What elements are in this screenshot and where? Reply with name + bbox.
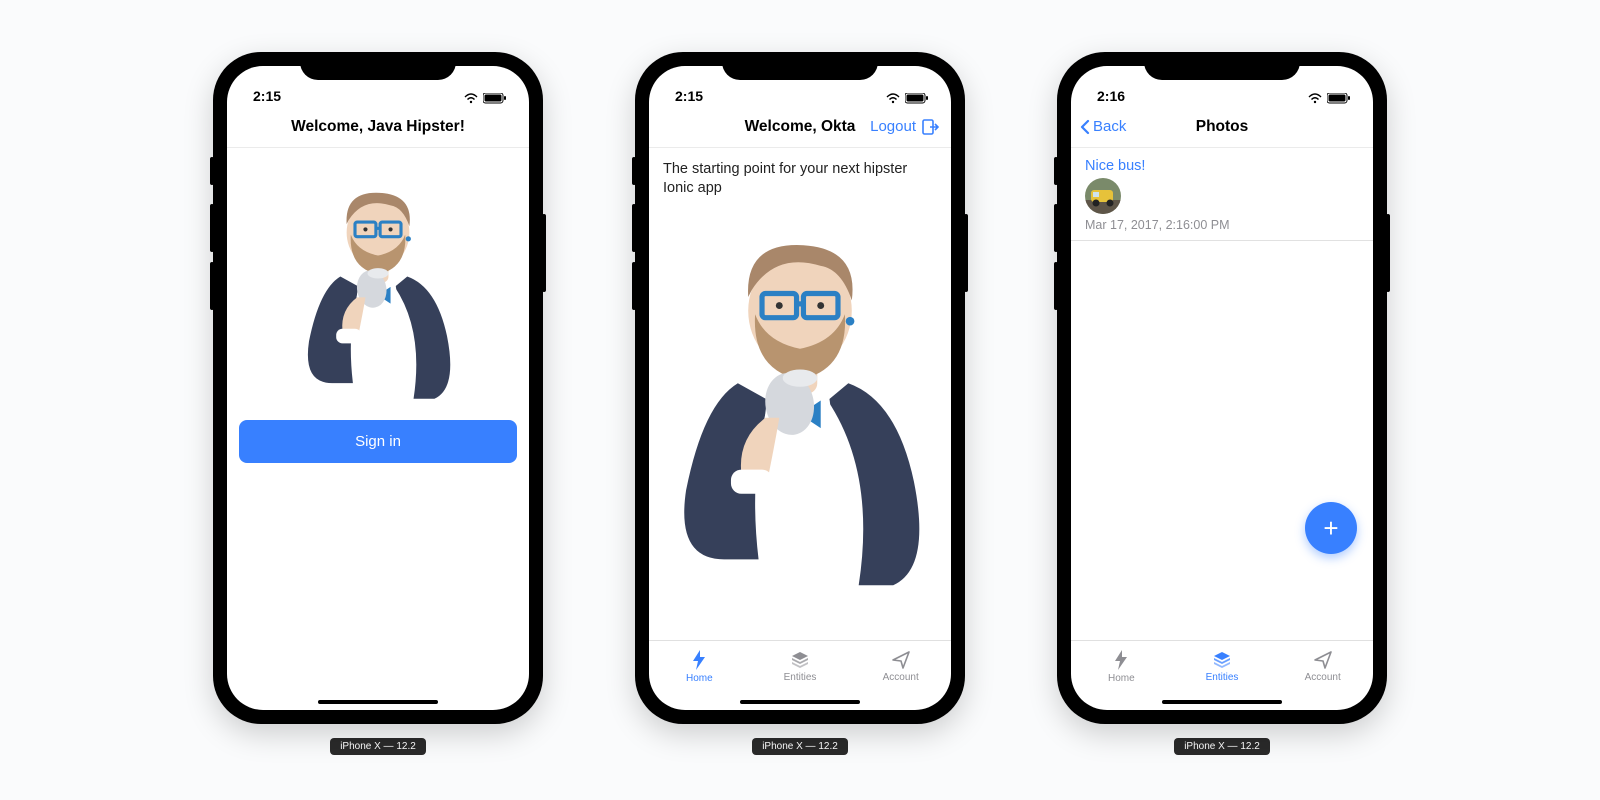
plus-icon: + <box>1323 513 1338 544</box>
battery-icon <box>905 93 929 104</box>
tab-label: Entities <box>1206 672 1239 683</box>
logout-label: Logout <box>870 118 916 135</box>
tab-home[interactable]: Home <box>649 641 750 692</box>
nav-bar: Back Photos <box>1071 106 1373 148</box>
item-title: Nice bus! <box>1085 158 1359 174</box>
battery-icon <box>1327 93 1351 104</box>
status-bar: 2:15 <box>649 66 951 106</box>
bolt-icon <box>689 649 709 671</box>
plane-icon <box>1313 650 1333 670</box>
home-indicator[interactable] <box>1162 700 1282 704</box>
item-timestamp: Mar 17, 2017, 2:16:00 PM <box>1085 218 1359 232</box>
status-time: 2:16 <box>1097 88 1125 104</box>
tab-account[interactable]: Account <box>850 641 951 692</box>
content: Sign in <box>227 148 529 710</box>
phone-frame: 2:15 Welcome, Okta Logout The starting p… <box>635 52 965 724</box>
logout-icon <box>922 119 939 135</box>
back-label: Back <box>1093 118 1126 135</box>
chevron-left-icon <box>1079 119 1091 135</box>
hipster-illustration <box>278 174 478 404</box>
page-title: Photos <box>1196 118 1249 136</box>
home-indicator[interactable] <box>740 700 860 704</box>
subtitle: The starting point for your next hipster… <box>649 148 951 198</box>
tab-label: Home <box>1108 673 1135 684</box>
home-indicator[interactable] <box>318 700 438 704</box>
bolt-icon <box>1111 649 1131 671</box>
device-3: 2:16 Back Photos Nice bus! <box>1057 52 1387 800</box>
content: Nice bus! Mar 17, 2017, 2:16:00 PM <box>1071 148 1373 640</box>
layers-icon <box>790 650 810 670</box>
tab-label: Account <box>883 672 919 683</box>
screen-photos: 2:16 Back Photos Nice bus! <box>1071 66 1373 710</box>
back-button[interactable]: Back <box>1079 118 1126 135</box>
device-2: 2:15 Welcome, Okta Logout The starting p… <box>635 52 965 800</box>
screen-home: 2:15 Welcome, Okta Logout The starting p… <box>649 66 951 710</box>
status-time: 2:15 <box>675 88 703 104</box>
hipster-illustration <box>655 204 945 604</box>
plane-icon <box>891 650 911 670</box>
nav-bar: Welcome, Okta Logout <box>649 106 951 148</box>
tab-entities[interactable]: Entities <box>750 641 851 692</box>
device-label: iPhone X — 12.2 <box>752 738 848 755</box>
status-bar: 2:15 <box>227 66 529 106</box>
phone-frame: 2:16 Back Photos Nice bus! <box>1057 52 1387 724</box>
phone-frame: 2:15 Welcome, Java Hipster! Sign in <box>213 52 543 724</box>
nav-bar: Welcome, Java Hipster! <box>227 106 529 148</box>
screen-welcome: 2:15 Welcome, Java Hipster! Sign in <box>227 66 529 710</box>
item-thumbnail <box>1085 178 1121 214</box>
page-title: Welcome, Java Hipster! <box>291 118 465 136</box>
logout-button[interactable]: Logout <box>870 118 939 135</box>
signin-button[interactable]: Sign in <box>239 420 517 463</box>
tab-entities[interactable]: Entities <box>1172 641 1273 692</box>
battery-icon <box>483 93 507 104</box>
wifi-icon <box>464 93 478 104</box>
page-title: Welcome, Okta <box>745 118 856 136</box>
status-bar: 2:16 <box>1071 66 1373 106</box>
tab-home[interactable]: Home <box>1071 641 1172 692</box>
content: The starting point for your next hipster… <box>649 148 951 640</box>
add-button[interactable]: + <box>1305 502 1357 554</box>
device-label: iPhone X — 12.2 <box>330 738 426 755</box>
tab-label: Home <box>686 673 713 684</box>
tab-label: Entities <box>784 672 817 683</box>
list-item[interactable]: Nice bus! Mar 17, 2017, 2:16:00 PM <box>1071 148 1373 241</box>
wifi-icon <box>1308 93 1322 104</box>
device-1: 2:15 Welcome, Java Hipster! Sign in iPho… <box>213 52 543 800</box>
layers-icon <box>1212 650 1232 670</box>
tab-label: Account <box>1305 672 1341 683</box>
wifi-icon <box>886 93 900 104</box>
status-time: 2:15 <box>253 88 281 104</box>
tab-account[interactable]: Account <box>1272 641 1373 692</box>
device-label: iPhone X — 12.2 <box>1174 738 1270 755</box>
